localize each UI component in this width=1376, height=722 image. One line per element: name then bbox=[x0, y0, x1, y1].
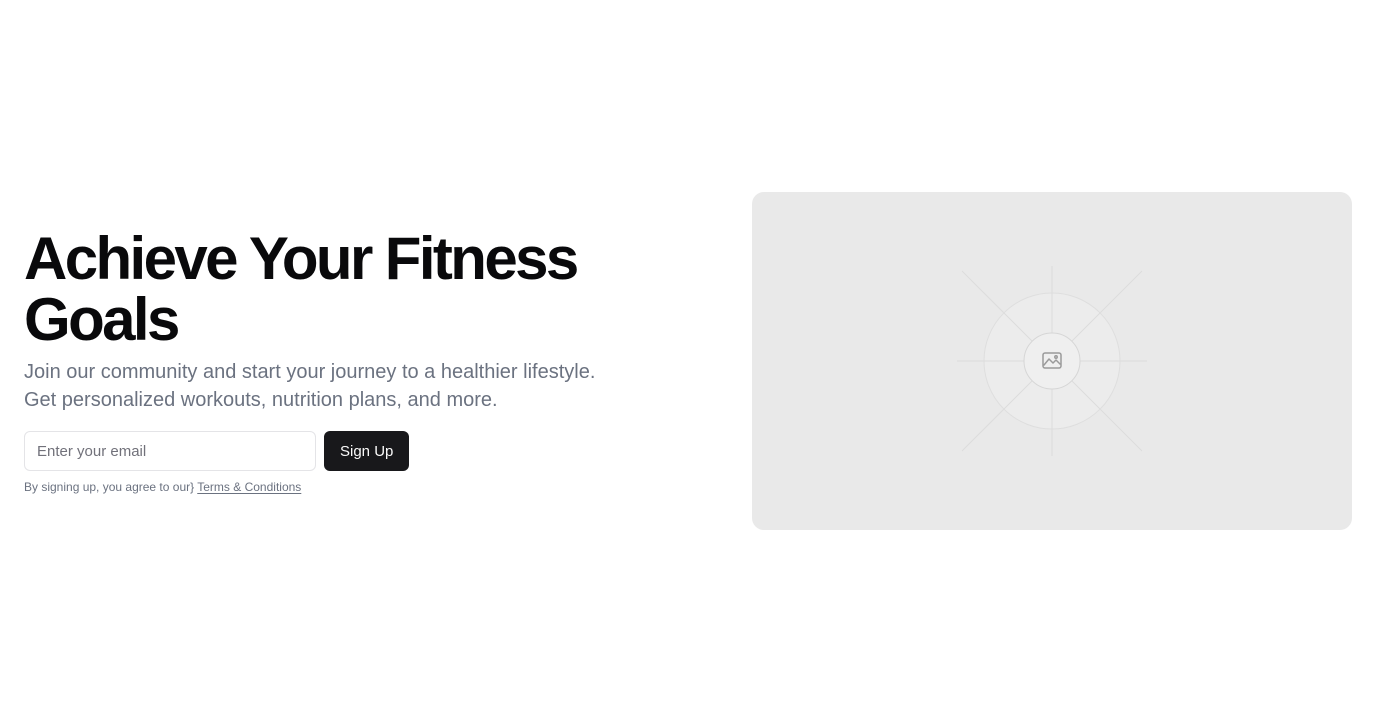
hero-section: Achieve Your Fitness Goals Join our comm… bbox=[0, 0, 1376, 722]
legal-notice: By signing up, you agree to our} Terms &… bbox=[24, 479, 664, 495]
legal-prefix: By signing up, you agree to our} bbox=[24, 480, 195, 494]
sign-up-button[interactable]: Sign Up bbox=[324, 431, 410, 471]
hero-content: Achieve Your Fitness Goals Join our comm… bbox=[24, 228, 664, 495]
hero-headline: Achieve Your Fitness Goals bbox=[24, 225, 579, 353]
hero-image-placeholder bbox=[752, 192, 1352, 530]
email-input[interactable] bbox=[24, 431, 316, 471]
signup-form: Sign Up bbox=[24, 431, 664, 471]
hero-subtitle: Join our community and start your journe… bbox=[24, 361, 596, 411]
terms-link[interactable]: Terms & Conditions bbox=[197, 480, 301, 494]
image-placeholder-graphic bbox=[957, 266, 1147, 456]
